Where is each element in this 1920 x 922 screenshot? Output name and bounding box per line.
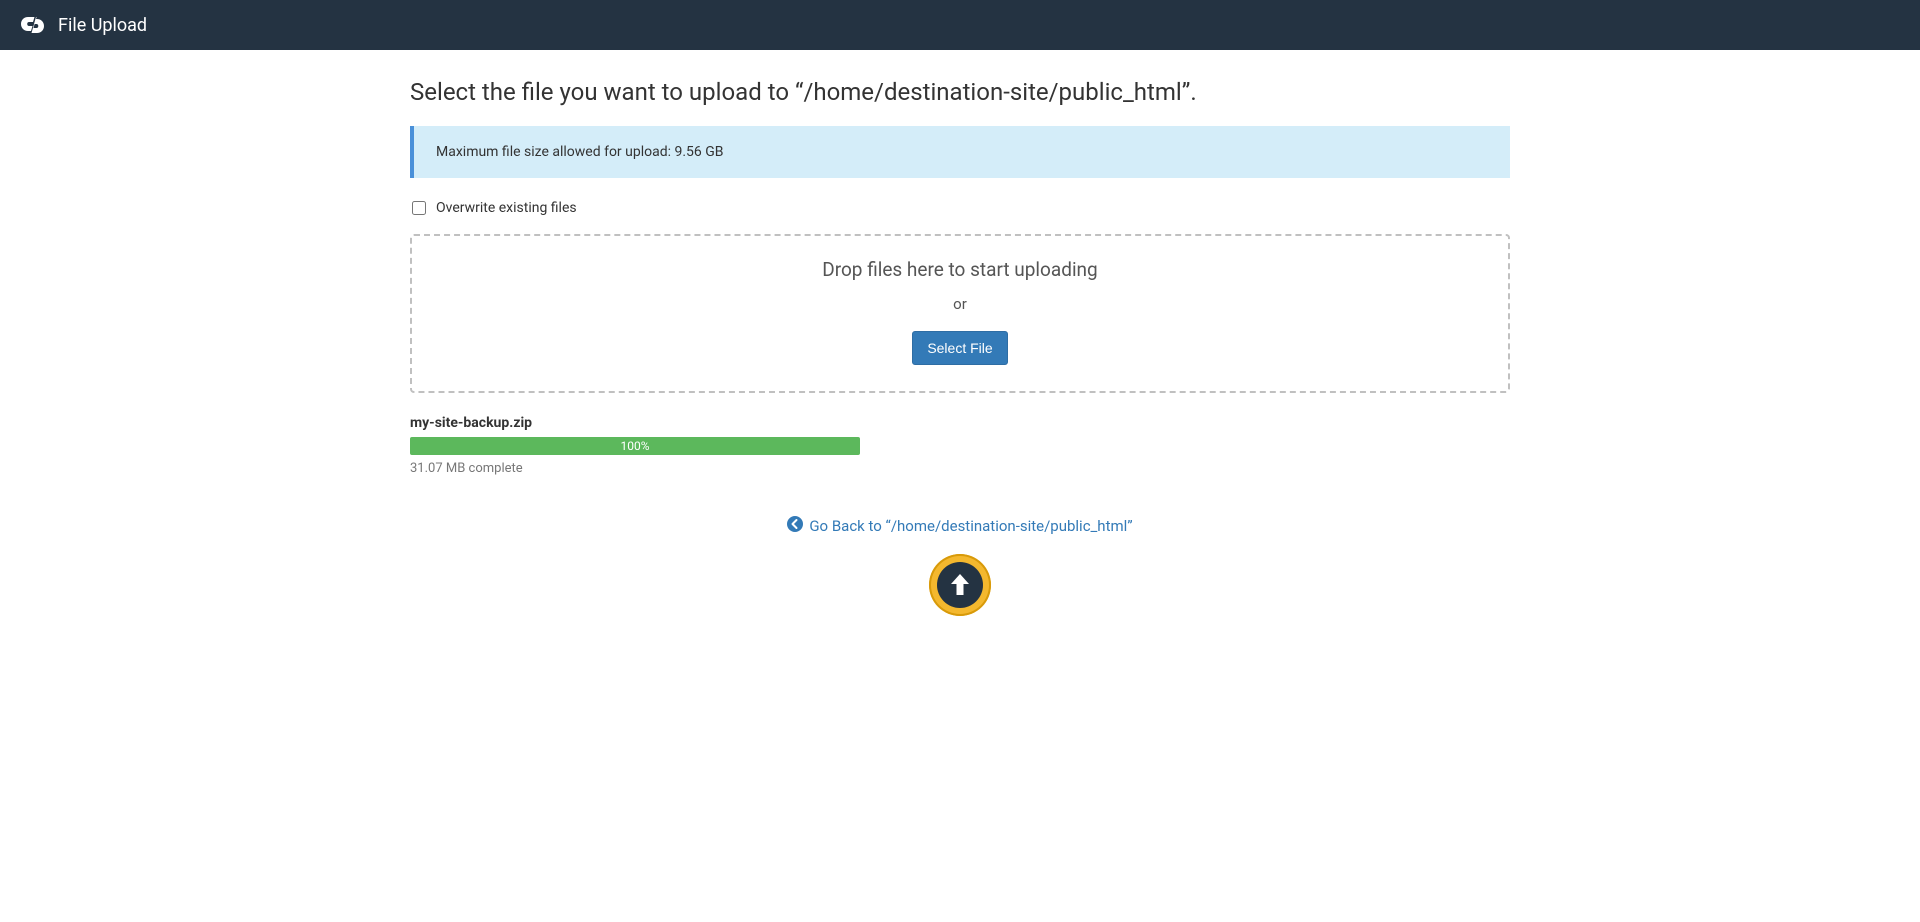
dropzone[interactable]: Drop files here to start uploading or Se… — [410, 234, 1510, 393]
upload-badge-icon — [929, 554, 991, 616]
go-back-text: Go Back to “/home/destination-site/publi… — [809, 517, 1132, 535]
go-back-row: Go Back to “/home/destination-site/publi… — [410, 516, 1510, 536]
upload-arrow-icon — [946, 571, 974, 599]
overwrite-checkbox[interactable] — [412, 201, 426, 215]
upload-badge-inner — [937, 562, 983, 608]
info-banner-text: Maximum file size allowed for upload: 9.… — [436, 144, 724, 160]
arrow-left-circle-icon — [787, 516, 803, 536]
page-heading: Select the file you want to upload to “/… — [410, 78, 1510, 106]
upload-filename: my-site-backup.zip — [410, 415, 860, 431]
heading-prefix: Select the file you want to upload to — [410, 78, 795, 106]
cpanel-logo-icon — [20, 14, 46, 36]
upload-item: my-site-backup.zip 100% 31.07 MB complet… — [410, 415, 860, 476]
dropzone-text: Drop files here to start uploading — [432, 258, 1488, 281]
go-back-link[interactable]: Go Back to “/home/destination-site/publi… — [787, 516, 1132, 536]
heading-suffix: . — [1190, 78, 1196, 106]
info-banner: Maximum file size allowed for upload: 9.… — [410, 126, 1510, 178]
upload-status: 31.07 MB complete — [410, 461, 860, 476]
page-header: File Upload — [0, 0, 1920, 50]
heading-path: “/home/destination-site/public_html” — [795, 78, 1190, 106]
header-title: File Upload — [58, 15, 147, 36]
select-file-button[interactable]: Select File — [912, 331, 1007, 365]
progress-bar: 100% — [410, 437, 860, 455]
overwrite-row: Overwrite existing files — [410, 200, 1510, 216]
upload-big-icon-wrapper — [410, 554, 1510, 616]
main-container: Select the file you want to upload to “/… — [390, 50, 1530, 636]
dropzone-or: or — [432, 295, 1488, 313]
overwrite-label[interactable]: Overwrite existing files — [436, 200, 577, 216]
